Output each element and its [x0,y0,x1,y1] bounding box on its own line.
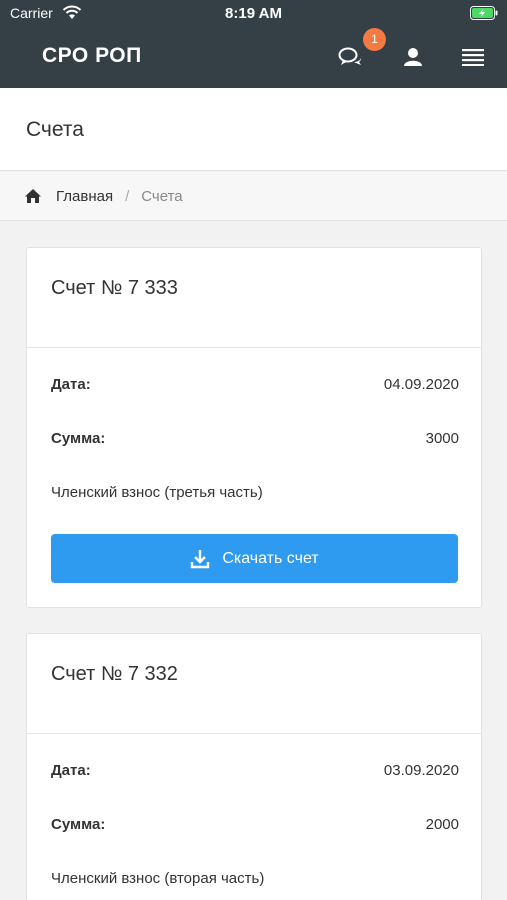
breadcrumb-home-link[interactable]: Главная [56,188,113,205]
invoice-date-row: Дата: 04.09.2020 [51,376,459,393]
user-button[interactable] [396,40,430,74]
invoice-description: Членский взнос (третья часть) [51,484,263,501]
chat-icon [338,47,362,65]
page-title: Счета [26,118,84,141]
download-icon [190,549,210,569]
menu-icon [462,49,484,66]
page-header: Счета [0,88,507,171]
invoice-card-header: Счет № 7 333 [27,248,481,348]
breadcrumb: Главная / Счета [0,172,507,221]
date-value: 03.09.2020 [383,762,459,779]
date-label: Дата: [51,376,91,393]
brand-logo[interactable]: СРО РОП [42,44,142,68]
sum-label: Сумма: [51,816,106,833]
invoice-date-row: Дата: 03.09.2020 [51,762,459,779]
invoice-sum-row: Сумма: 2000 [51,816,459,833]
date-value: 04.09.2020 [383,376,459,393]
breadcrumb-current: Счета [141,187,183,205]
user-icon [404,48,422,66]
notification-badge: 1 [363,28,386,51]
menu-button[interactable] [456,40,490,74]
date-label: Дата: [51,762,91,779]
invoice-title: Счет № 7 332 [51,663,178,685]
home-icon[interactable] [24,188,42,204]
invoice-card: Счет № 7 333 Дата: 04.09.2020 Сумма: 300… [26,247,482,608]
sum-label: Сумма: [51,430,106,447]
sum-value: 2000 [425,816,459,833]
status-time: 8:19 AM [225,5,282,22]
top-bar: Carrier 8:19 AM СРО РОП 1 [0,0,507,88]
download-button-label: Скачать счет [222,549,319,567]
battery-icon [470,6,498,20]
invoice-description: Членский взнос (вторая часть) [51,870,265,887]
invoice-card: Счет № 7 332 Дата: 03.09.2020 Сумма: 200… [26,633,482,900]
sum-value: 3000 [425,430,459,447]
invoice-card-header: Счет № 7 332 [27,634,481,734]
status-bar: Carrier 8:19 AM [0,0,507,28]
invoice-sum-row: Сумма: 3000 [51,430,459,447]
download-invoice-button[interactable]: Скачать счет [51,534,458,583]
chat-button[interactable] [334,40,368,74]
breadcrumb-separator: / [125,187,130,205]
invoice-title: Счет № 7 333 [51,277,178,299]
